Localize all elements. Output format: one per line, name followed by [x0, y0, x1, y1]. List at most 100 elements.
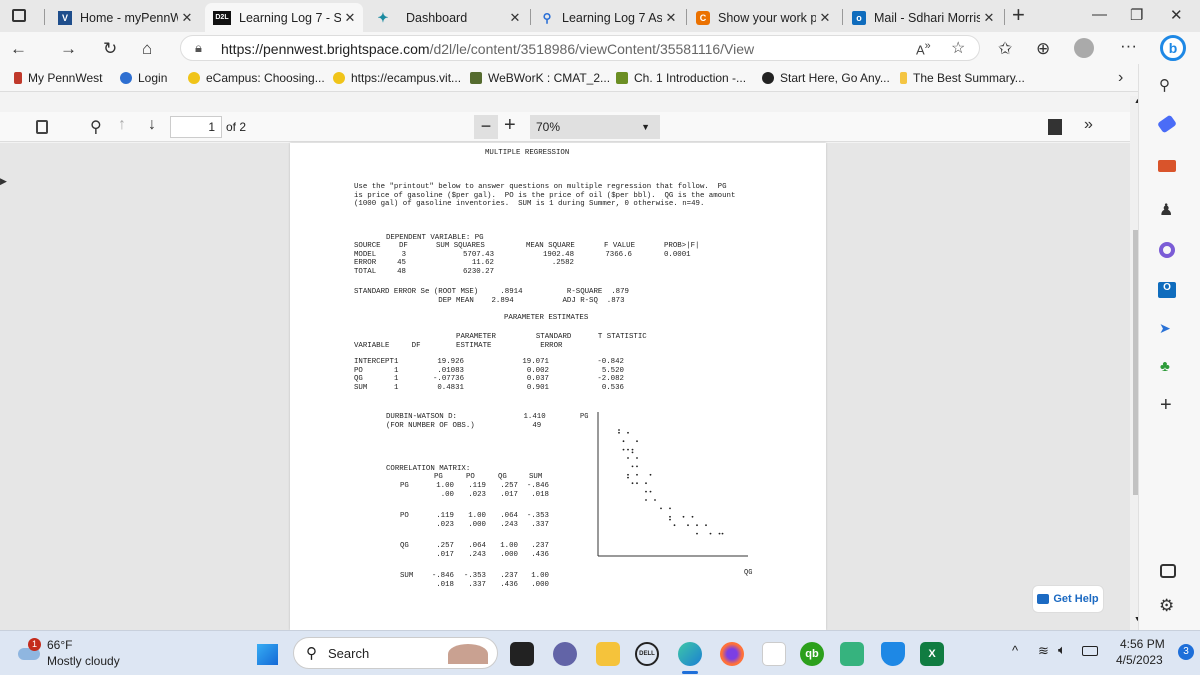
tab-mail[interactable]: o Mail - Sdhari Morris ✕: [844, 3, 1002, 32]
scatter-point: [627, 431, 629, 434]
corr-r-value: -.353: [526, 512, 549, 520]
home-icon[interactable]: ⌂: [142, 39, 152, 59]
firefox-icon[interactable]: [720, 642, 744, 666]
collapse-arrow-icon[interactable]: ▶: [0, 176, 7, 187]
tab-actions-icon[interactable]: [12, 9, 26, 22]
search-icon[interactable]: ⚲: [1159, 76, 1170, 94]
task-view-icon[interactable]: [510, 642, 534, 666]
previous-page-icon[interactable]: ↑: [118, 116, 126, 134]
quickbooks-icon[interactable]: qb: [800, 642, 824, 666]
bing-chat-icon[interactable]: b: [1160, 35, 1186, 61]
corr-header: QG: [498, 473, 507, 481]
defender-shield-icon[interactable]: [881, 642, 905, 666]
send-icon[interactable]: ➤: [1159, 320, 1171, 337]
taskbar-search[interactable]: ⚲ Search: [293, 637, 498, 669]
favorites-icon[interactable]: ✩: [998, 39, 1012, 59]
url-text[interactable]: https://pennwest.brightspace.com/d2l/le/…: [221, 41, 754, 57]
weather-alert-badge: 1: [28, 638, 41, 651]
games-icon[interactable]: ♟: [1159, 200, 1173, 220]
teams-chat-icon[interactable]: [553, 642, 577, 666]
next-page-icon[interactable]: ↓: [148, 116, 156, 134]
bookmark-best-summary[interactable]: The Best Summary...: [900, 71, 1025, 85]
sidebar-toggle-icon[interactable]: [36, 120, 48, 134]
show-hidden-icons-chevron[interactable]: ^: [1012, 643, 1018, 658]
close-tab-icon[interactable]: ✕: [980, 10, 998, 26]
close-tab-icon[interactable]: ✕: [506, 10, 524, 26]
dell-icon[interactable]: DELL: [635, 642, 659, 666]
clock-time[interactable]: 4:56 PM: [1120, 637, 1165, 651]
clock-date[interactable]: 4/5/2023: [1116, 653, 1163, 667]
bookmark-mypennwest[interactable]: My PennWest: [14, 71, 102, 85]
more-tools-icon[interactable]: »: [1084, 116, 1093, 134]
bookmark-ecampus-choosing[interactable]: eCampus: Choosing...: [188, 71, 325, 85]
forward-icon[interactable]: →: [60, 39, 77, 59]
close-tab-icon[interactable]: ✕: [816, 10, 834, 26]
close-window-button[interactable]: ✕: [1170, 6, 1183, 24]
back-icon[interactable]: ←: [10, 39, 27, 59]
read-aloud-icon[interactable]: A»: [916, 40, 931, 57]
zoom-select[interactable]: 70% ▼: [530, 115, 660, 139]
webwork-icon: [470, 72, 482, 84]
zoom-in-button[interactable]: +: [504, 114, 516, 137]
tab-dashboard[interactable]: ✦ Dashboard ✕: [368, 3, 528, 32]
address-bar[interactable]: 🔒︎ https://pennwest.brightspace.com/d2l/…: [180, 35, 980, 61]
sidebar-panel-icon[interactable]: [1160, 564, 1176, 578]
notification-badge[interactable]: 3: [1178, 644, 1194, 660]
bookmark-ch1-introduction[interactable]: Ch. 1 Introduction -...: [616, 71, 746, 85]
volume-icon[interactable]: 🔈︎: [1058, 642, 1066, 658]
param-headers: PARAMETER STANDARD T STATISTIC VARIABLE …: [354, 333, 647, 350]
find-icon[interactable]: ⚲: [90, 117, 102, 137]
wifi-icon[interactable]: ≋: [1038, 643, 1049, 659]
more-menu-icon[interactable]: ···: [1120, 36, 1137, 56]
anova-header: SOURCE: [354, 242, 381, 250]
tab-show-your-work[interactable]: C Show your work ple ✕: [688, 3, 838, 32]
tools-icon[interactable]: [1158, 160, 1176, 172]
file-explorer-icon[interactable]: [596, 642, 620, 666]
doc-title: MULTIPLE REGRESSION: [485, 149, 570, 157]
scatter-point: [636, 482, 638, 485]
bookmark-ecampus-vit[interactable]: https://ecampus.vit...: [333, 71, 461, 85]
page-number-input[interactable]: 1: [170, 116, 222, 138]
favorite-star-icon[interactable]: ☆: [951, 38, 965, 58]
tab-learning-log-7-assu[interactable]: ⚲ Learning Log 7 Assu ✕: [532, 3, 684, 32]
close-tab-icon[interactable]: ✕: [178, 10, 196, 26]
microsoft365-icon[interactable]: [1159, 242, 1175, 258]
windows-start-icon[interactable]: [256, 643, 278, 665]
solitaire-icon[interactable]: [762, 642, 786, 666]
get-help-button[interactable]: Get Help: [1032, 585, 1104, 613]
bookmark-login[interactable]: Login: [120, 71, 167, 85]
presentation-mode-icon[interactable]: [1048, 119, 1062, 135]
scatter-point: [631, 451, 634, 454]
tree-icon[interactable]: ♣: [1160, 358, 1170, 375]
book-stack-icon: [616, 72, 628, 84]
bookmark-start-here[interactable]: Start Here, Go Any...: [762, 71, 890, 85]
minimize-button[interactable]: —: [1092, 6, 1107, 23]
scatter-point: [636, 457, 638, 459]
diamond-icon: [900, 72, 907, 84]
anova-cell: 6230.27: [462, 267, 494, 276]
zoom-out-button[interactable]: −: [474, 115, 498, 139]
profile-avatar[interactable]: [1074, 38, 1094, 58]
add-icon[interactable]: +: [1160, 394, 1172, 417]
collections-icon[interactable]: ⊕: [1036, 39, 1050, 59]
restore-button[interactable]: ❐: [1130, 6, 1143, 24]
tab-learning-log-7[interactable]: D2L Learning Log 7 - Sp ✕: [205, 3, 363, 32]
weather-widget[interactable]: 1 66°F Mostly cloudy: [16, 636, 126, 670]
new-tab-button[interactable]: +: [1012, 2, 1025, 28]
more-bookmarks-chevron-icon[interactable]: ›: [1118, 69, 1123, 87]
scatter-point: [649, 490, 652, 493]
close-tab-icon[interactable]: ✕: [662, 10, 680, 26]
whiteboard-icon[interactable]: [840, 642, 864, 666]
settings-gear-icon[interactable]: ⚙: [1159, 596, 1174, 616]
close-tab-icon[interactable]: ✕: [341, 10, 359, 26]
refresh-icon[interactable]: ↻: [103, 39, 117, 59]
lock-icon[interactable]: 🔒︎: [195, 40, 202, 56]
edge-icon[interactable]: [678, 642, 702, 666]
excel-icon[interactable]: X: [920, 642, 944, 666]
bookmark-webwork[interactable]: WeBWorK : CMAT_2...: [470, 71, 610, 85]
shopping-tag-icon[interactable]: [1157, 114, 1177, 134]
battery-icon[interactable]: [1082, 646, 1098, 656]
scatter-plot: PG QG: [580, 412, 752, 577]
outlook-icon[interactable]: O: [1158, 282, 1176, 298]
tab-home-mypennwest[interactable]: V Home - myPennWest ✕: [50, 3, 200, 32]
